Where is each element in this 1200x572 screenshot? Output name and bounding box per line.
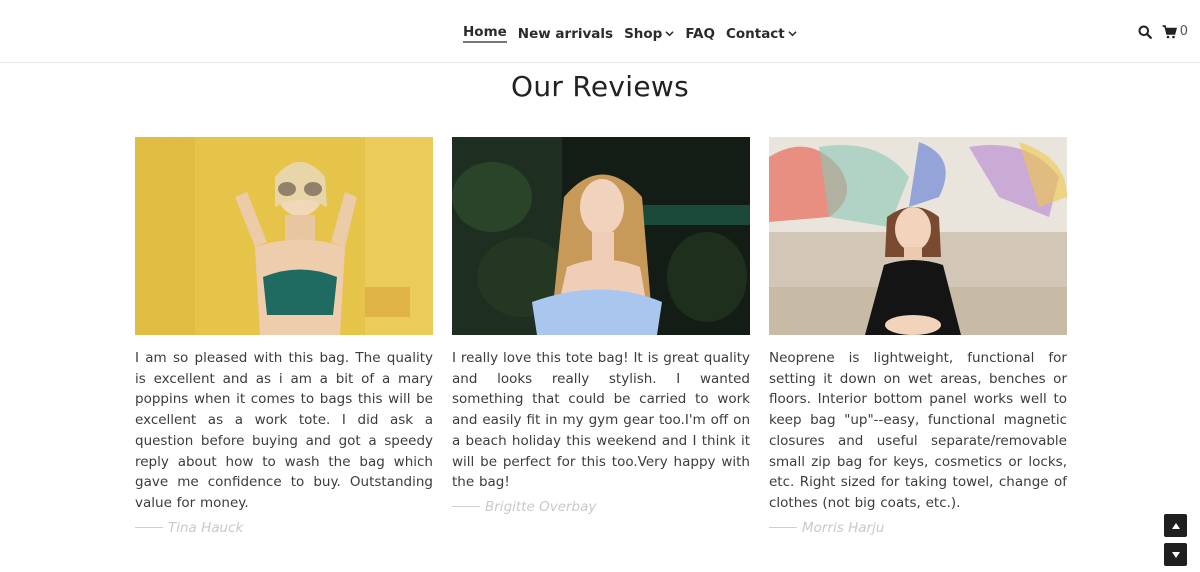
chevron-down-icon [665,31,674,37]
nav-shop-label: Shop [624,25,663,42]
search-icon[interactable] [1138,25,1152,39]
review-author: Brigitte Overbay [452,499,750,515]
nav-new-arrivals[interactable]: New arrivals [518,26,613,42]
review-author-name: Tina Hauck [168,519,244,536]
review-card: I really love this tote bag! It is great… [452,137,750,515]
nav-contact[interactable]: Contact [726,26,797,42]
nav-faq[interactable]: FAQ [685,26,715,42]
review-photo [452,137,750,335]
nav-home-label: Home [463,24,507,43]
cart-button[interactable]: 0 [1162,24,1188,39]
page: Home New arrivals Shop FAQ Contact 0 Our… [0,0,1200,572]
author-dash [769,527,797,529]
nav-new-arrivals-label: New arrivals [517,25,614,42]
review-text: I am so pleased with this bag. The quali… [135,350,433,511]
review-author: Morris Harju [769,520,1067,536]
page-title: Our Reviews [511,70,689,103]
review-photo [769,137,1067,335]
review-text: Neoprene is lightweight, functional for … [769,350,1067,511]
cart-icon [1162,24,1177,38]
chevron-down-icon [788,31,797,37]
nav-faq-label: FAQ [685,25,715,42]
nav-actions: 0 [1138,24,1188,39]
scroll-up-button[interactable] [1164,514,1187,537]
main-menu: Home New arrivals Shop FAQ Contact [463,24,808,43]
nav-contact-label: Contact [725,25,785,42]
review-photo [135,137,433,335]
arrow-up-icon [1171,522,1180,529]
author-dash [452,506,480,508]
top-nav: Home New arrivals Shop FAQ Contact 0 [0,0,1200,63]
cart-count: 0 [1179,24,1188,39]
review-author: Tina Hauck [135,520,433,536]
author-dash [135,527,163,529]
review-author-name: Morris Harju [802,519,885,536]
review-card: I am so pleased with this bag. The quali… [135,137,433,536]
review-text: I really love this tote bag! It is great… [452,350,750,491]
arrow-down-icon [1171,551,1180,558]
review-card: Neoprene is lightweight, functional for … [769,137,1067,536]
review-author-name: Brigitte Overbay [485,498,597,515]
nav-shop[interactable]: Shop [624,26,674,42]
scroll-down-button[interactable] [1164,543,1187,566]
nav-home[interactable]: Home [463,24,507,43]
